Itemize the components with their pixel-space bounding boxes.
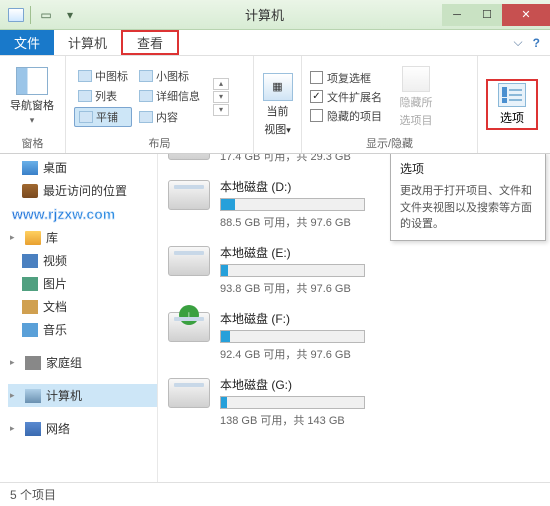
sidebar-item-homegroup[interactable]: ▸家庭组 (8, 351, 157, 374)
homegroup-icon (25, 356, 41, 370)
item-checkboxes-toggle[interactable]: 项复选框 (310, 70, 382, 86)
group-label-showhide: 显示/隐藏 (310, 133, 469, 151)
network-icon (25, 422, 41, 436)
watermark: www.rjzxw.com (8, 202, 157, 226)
drive-list: 选项 更改用于打开项目、文件和文件夹视图以及搜索等方面的设置。 17.4 GB … (158, 154, 550, 482)
sidebar-item-desktop[interactable]: 桌面 (8, 156, 157, 179)
ribbon-tabs: 文件 计算机 查看 ⌵ ? (0, 30, 550, 56)
capacity-bar (220, 198, 365, 211)
gallery-down-icon[interactable]: ▾ (213, 91, 229, 103)
capacity-bar (220, 330, 365, 343)
computer-icon (25, 389, 41, 403)
library-icon (25, 231, 41, 245)
app-icon (8, 8, 24, 22)
drive-download-icon (168, 312, 210, 342)
window-title: 计算机 (87, 5, 442, 24)
layout-gallery[interactable]: 中图标 小图标 列表 详细信息 平铺 内容 (74, 67, 204, 127)
close-button[interactable]: ✕ (502, 4, 550, 26)
drive-icon (168, 246, 210, 276)
drive-icon (168, 378, 210, 408)
minimize-button[interactable]: ─ (442, 4, 472, 26)
recent-icon (22, 184, 38, 198)
navigation-pane-icon (16, 67, 48, 95)
maximize-button[interactable]: ☐ (472, 4, 502, 26)
hide-selected-button: 隐藏所 选项目 (392, 66, 440, 128)
capacity-bar (220, 396, 365, 409)
item-count: 5 个项目 (10, 486, 56, 503)
picture-icon (22, 277, 38, 291)
status-bar: 5 个项目 (0, 482, 550, 506)
tab-file[interactable]: 文件 (0, 30, 54, 55)
sidebar-item-documents[interactable]: 文档 (8, 295, 157, 318)
gallery-more-icon[interactable]: ▾ (213, 104, 229, 116)
sidebar-item-libraries[interactable]: ▸库 (8, 226, 157, 249)
group-label-panes: 窗格 (8, 133, 57, 151)
music-icon (22, 323, 38, 337)
navigation-pane-button[interactable]: 导航窗格 ▾ (8, 67, 56, 126)
navigation-tree[interactable]: 桌面 最近访问的位置 www.rjzxw.com ▸库 视频 图片 文档 音乐 … (0, 154, 158, 482)
drive-item[interactable]: 本地磁盘 (G:) 138 GB 可用，共 143 GB (168, 376, 544, 428)
file-extensions-toggle[interactable]: ✓文件扩展名 (310, 89, 382, 105)
drive-item[interactable]: 本地磁盘 (F:) 92.4 GB 可用，共 97.6 GB (168, 310, 544, 362)
sidebar-item-music[interactable]: 音乐 (8, 318, 157, 341)
sidebar-item-pictures[interactable]: 图片 (8, 272, 157, 295)
capacity-bar (220, 264, 365, 277)
titlebar: ▭ ▾ 计算机 ─ ☐ ✕ (0, 0, 550, 30)
ribbon-collapse-icon[interactable]: ⌵ (514, 35, 523, 50)
gallery-up-icon[interactable]: ▴ (213, 78, 229, 90)
tab-view[interactable]: 查看 (121, 30, 179, 55)
options-button[interactable]: 选项 (490, 83, 534, 126)
group-label-layout: 布局 (74, 133, 245, 151)
sidebar-item-network[interactable]: ▸网络 (8, 417, 157, 440)
sidebar-item-videos[interactable]: 视频 (8, 249, 157, 272)
tab-computer[interactable]: 计算机 (54, 30, 121, 55)
drive-item[interactable]: 本地磁盘 (E:) 93.8 GB 可用，共 97.6 GB (168, 244, 544, 296)
options-tooltip: 选项 更改用于打开项目、文件和文件夹视图以及搜索等方面的设置。 (390, 154, 546, 241)
ribbon: 导航窗格 ▾ 窗格 中图标 小图标 列表 详细信息 平铺 内容 ▴ ▾ ▾ 布局 (0, 56, 550, 154)
sidebar-item-computer[interactable]: ▸计算机 (8, 384, 157, 407)
document-icon (22, 300, 38, 314)
drive-icon (168, 180, 210, 210)
hidden-items-toggle[interactable]: 隐藏的项目 (310, 108, 382, 124)
help-icon[interactable]: ? (533, 36, 540, 50)
hide-selected-icon (402, 66, 430, 92)
qat-properties-icon[interactable]: ▭ (37, 6, 55, 24)
current-view-button[interactable]: ▦ 当前 视图▾ (262, 73, 293, 137)
options-icon (498, 83, 526, 107)
sidebar-item-recent[interactable]: 最近访问的位置 (8, 179, 157, 202)
qat-dropdown-icon[interactable]: ▾ (61, 6, 79, 24)
drive-icon (168, 154, 210, 160)
desktop-icon (22, 161, 38, 175)
video-icon (22, 254, 38, 268)
current-view-icon: ▦ (263, 73, 293, 101)
